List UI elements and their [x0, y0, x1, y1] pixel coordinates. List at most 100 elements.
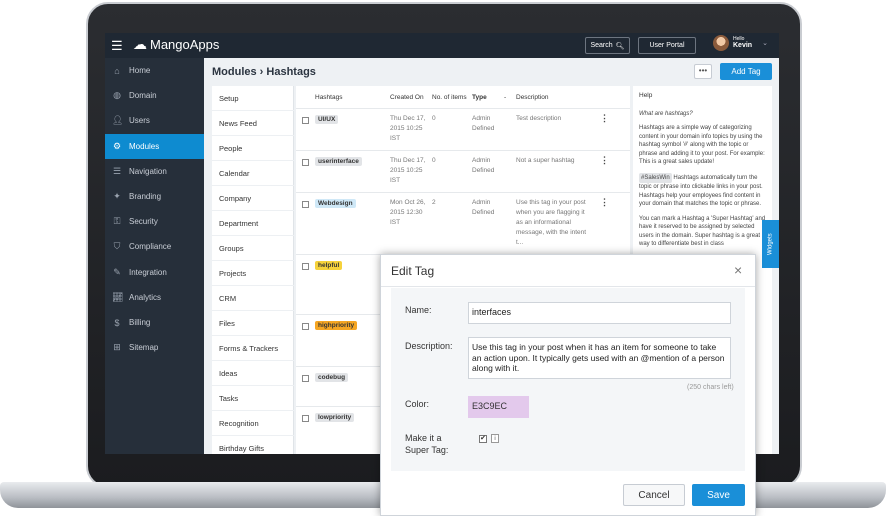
help-paragraph-1: Hashtags are a simple way of categorizin… [639, 125, 765, 165]
sidebar-item-integration[interactable]: ✎ Integration [105, 260, 204, 285]
info-icon[interactable]: i [491, 434, 499, 443]
sidebar-item-security[interactable]: ⚿ Security [105, 209, 204, 234]
col-type-sort[interactable]: - [504, 94, 506, 101]
col-type[interactable]: Type [472, 94, 487, 101]
created-on: Thu Dec 17, 2015 10:25 IST [390, 157, 426, 184]
row-menu-icon[interactable]: ⋮ [600, 156, 609, 165]
cloud-logo-icon: ☁ [133, 36, 147, 52]
super-tag-checkbox[interactable]: ✔ [479, 435, 487, 443]
table-row: UI/UX Thu Dec 17, 2015 10:25 IST 0 Admin De… [296, 108, 630, 150]
hamburger-icon[interactable]: ☰ [111, 39, 123, 52]
item-count: 2 [432, 199, 436, 206]
wrench-icon: ✎ [113, 266, 121, 277]
super-tag-label: Make it a Super Tag: [405, 433, 449, 455]
sidebar-item-navigation[interactable]: ☰ Navigation [105, 159, 204, 184]
name-input[interactable]: interfaces [468, 302, 731, 324]
sidebar-item-billing[interactable]: $ Billing [105, 310, 204, 335]
sidebar-item-compliance[interactable]: ⛉ Compliance [105, 234, 204, 259]
submenu-item[interactable]: Files [212, 311, 294, 336]
sidebar-item-sitemap[interactable]: ⊞ Sitemap [105, 335, 204, 360]
sidebar-item-domain[interactable]: ◍ Domain [105, 83, 204, 108]
sidebar-item-home[interactable]: ⌂ Home [105, 58, 204, 83]
item-count: 0 [432, 115, 436, 122]
color-input[interactable]: E3C9EC [468, 396, 529, 418]
chars-left: (250 chars left) [687, 384, 734, 391]
submenu-item[interactable]: Department [212, 211, 294, 236]
hashtag-badge[interactable]: userinterface [315, 157, 362, 166]
col-items[interactable]: No. of items [432, 94, 467, 101]
help-title: Help [639, 92, 653, 99]
user-portal-button[interactable]: User Portal [638, 37, 696, 54]
more-options-button[interactable]: ••• [694, 64, 712, 79]
submenu-item[interactable]: Calendar [212, 161, 294, 186]
submenu-item[interactable]: News Feed [212, 111, 294, 136]
sidebar-item-label: Navigation [129, 166, 167, 176]
submenu-item[interactable]: Setup [212, 86, 294, 111]
row-checkbox[interactable] [302, 415, 309, 422]
description-textarea[interactable]: Use this tag in your post when it has an… [468, 337, 731, 379]
hashtag-badge[interactable]: highpriority [315, 321, 358, 330]
submenu-item[interactable]: Groups [212, 236, 294, 261]
submenu-item[interactable]: Projects [212, 261, 294, 286]
sidebar-item-label: Domain [129, 91, 157, 101]
sidebar-item-label: Modules [129, 141, 160, 151]
col-hashtags[interactable]: Hashtags [315, 94, 342, 101]
tag-description: Not a super hashtag [516, 157, 575, 164]
created-on: Thu Dec 17, 2015 10:25 IST [390, 115, 426, 142]
logo-text: MangoApps [150, 37, 220, 52]
sidebar-item-label: Security [129, 217, 158, 227]
description-label: Description: [405, 341, 453, 351]
table-row: userinterface Thu Dec 17, 2015 10:25 IST 0… [296, 150, 630, 192]
submenu-item[interactable]: Recognition [212, 411, 294, 436]
close-icon[interactable]: × [734, 262, 742, 278]
name-label: Name: [405, 305, 432, 315]
modules-submenu: Setup News Feed People Calendar Company Depar… [212, 86, 294, 454]
sidebar-item-label: Branding [129, 192, 162, 201]
cancel-button[interactable]: Cancel [623, 484, 685, 506]
hashtag-badge[interactable]: codebug [315, 373, 349, 382]
add-tag-button[interactable]: Add Tag [720, 63, 772, 80]
modal-title: Edit Tag [391, 264, 435, 278]
save-button[interactable]: Save [692, 484, 745, 506]
row-checkbox[interactable] [302, 159, 309, 166]
submenu-item[interactable]: CRM [212, 286, 294, 311]
sidebar-item-label: Compliance [129, 242, 172, 252]
tag-type: Admin Defined [472, 115, 495, 132]
submenu-item[interactable]: Birthday Gifts [212, 436, 294, 454]
col-created[interactable]: Created On [390, 94, 424, 101]
help-paragraph-3: You can mark a Hashtag a 'Super Hashtag'… [639, 215, 766, 248]
row-menu-icon[interactable]: ⋮ [600, 114, 609, 123]
chart-icon: 📈︎ [112, 291, 124, 302]
submenu-item[interactable]: Ideas [212, 361, 294, 386]
sidebar-item-modules[interactable]: ⚙ Modules [105, 133, 210, 159]
widgets-tab[interactable]: Widgets [762, 220, 779, 268]
col-description[interactable]: Description [516, 94, 549, 101]
search-button[interactable]: Search 🔍︎ [585, 37, 630, 54]
row-checkbox[interactable] [302, 201, 309, 208]
submenu-item[interactable]: Forms & Trackers [212, 336, 294, 361]
submenu-item[interactable]: People [212, 136, 294, 161]
row-checkbox[interactable] [302, 323, 309, 330]
row-checkbox[interactable] [302, 263, 309, 270]
sidebar-item-label: Sitemap [129, 343, 159, 353]
home-icon: ⌂ [114, 65, 120, 76]
search-label: Search [590, 42, 613, 49]
sidebar-item-branding[interactable]: ✦ Branding [105, 184, 204, 209]
row-menu-icon[interactable]: ⋮ [600, 198, 609, 207]
sidebar-item-users[interactable]: 👤︎ Users [105, 108, 204, 133]
search-icon: 🔍︎ [615, 42, 625, 50]
sidebar-item-label: Home [129, 66, 151, 75]
row-checkbox[interactable] [302, 117, 309, 124]
shield-icon: ⛉ [113, 241, 121, 252]
row-checkbox[interactable] [302, 375, 309, 382]
logo[interactable]: ☁ MangoApps [133, 36, 219, 53]
key-icon: ⚿ [113, 216, 121, 227]
hashtag-badge[interactable]: lowpriority [315, 413, 355, 422]
hashtag-badge[interactable]: Webdesign [315, 199, 356, 208]
user-menu[interactable]: Hello Kevin ⌄ [713, 35, 768, 51]
hashtag-badge[interactable]: UI/UX [315, 115, 339, 124]
sidebar-item-analytics[interactable]: 📈︎ Analytics [105, 285, 204, 310]
hashtag-badge[interactable]: helpful [315, 261, 343, 270]
submenu-item[interactable]: Tasks [212, 386, 294, 411]
submenu-item[interactable]: Company [212, 186, 294, 211]
